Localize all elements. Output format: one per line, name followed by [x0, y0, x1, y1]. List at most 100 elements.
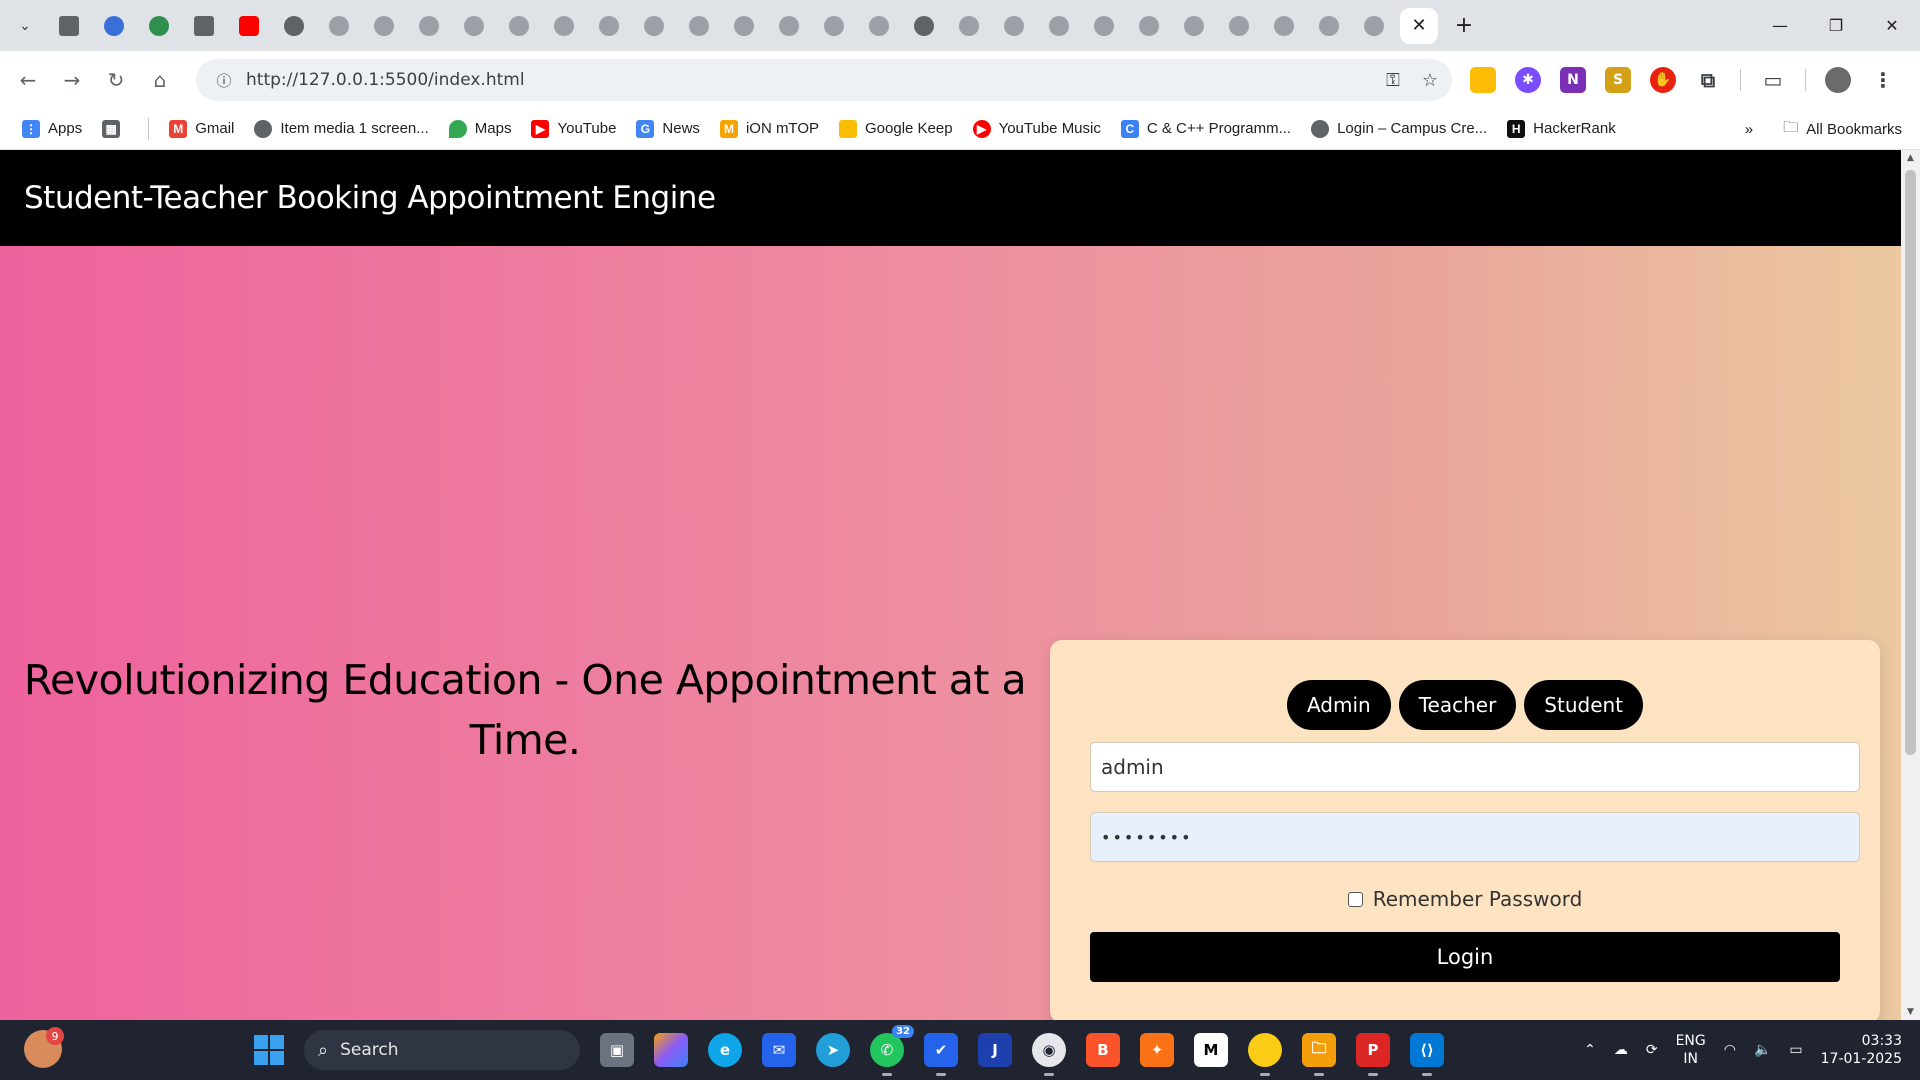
tab[interactable]: [95, 8, 133, 44]
tab[interactable]: [590, 8, 628, 44]
copilot-icon[interactable]: [654, 1033, 688, 1067]
start-windows-icon[interactable]: [254, 1035, 284, 1065]
restore-icon[interactable]: ❐: [1808, 0, 1864, 51]
tab[interactable]: [410, 8, 448, 44]
task-view-icon[interactable]: ▣: [600, 1033, 634, 1067]
brave-icon[interactable]: B: [1086, 1033, 1120, 1067]
all-bookmarks-button[interactable]: 🗀 All Bookmarks: [1783, 117, 1902, 142]
site-info-icon[interactable]: ⓘ: [204, 70, 244, 91]
gear-extension-icon[interactable]: ✱: [1515, 67, 1541, 93]
onenote-extension-icon[interactable]: N: [1560, 67, 1586, 93]
bookmark-youtube[interactable]: ▶ YouTube: [531, 119, 616, 138]
tab[interactable]: [1220, 8, 1258, 44]
battery-icon[interactable]: ▭: [1789, 1042, 1802, 1058]
tab[interactable]: [455, 8, 493, 44]
reading-list-icon[interactable]: ▭: [1760, 67, 1786, 93]
language-indicator[interactable]: ENG IN: [1676, 1032, 1706, 1068]
tab[interactable]: [140, 8, 178, 44]
tab[interactable]: [725, 8, 763, 44]
adblock-extension-icon[interactable]: ✋: [1650, 67, 1676, 93]
bookmark-ion-mtop[interactable]: MiON mTOP: [719, 119, 819, 138]
extensions-puzzle-icon[interactable]: ⧉: [1695, 67, 1721, 93]
minimize-icon[interactable]: —: [1752, 0, 1808, 51]
edge-icon[interactable]: e: [708, 1033, 742, 1067]
whatsapp-icon[interactable]: ✆ 32: [870, 1025, 914, 1076]
bookmarks-overflow-icon[interactable]: »: [1745, 121, 1753, 138]
tab[interactable]: [995, 8, 1033, 44]
login-button[interactable]: Login: [1090, 932, 1840, 982]
extension-icon[interactable]: S: [1605, 67, 1631, 93]
bookmark-star-icon[interactable]: ☆: [1422, 70, 1438, 91]
tab[interactable]: [275, 8, 313, 44]
password-input[interactable]: ••••••••: [1090, 812, 1860, 862]
role-teacher-button[interactable]: Teacher: [1398, 680, 1517, 730]
tab[interactable]: [500, 8, 538, 44]
tab[interactable]: [1265, 8, 1303, 44]
bookmark-cpp[interactable]: CC & C++ Programm...: [1120, 119, 1291, 138]
tab-search-chevron-icon[interactable]: ⌄: [0, 0, 50, 51]
bookmark-google-keep[interactable]: Google Keep: [839, 119, 953, 138]
tab[interactable]: [185, 8, 223, 44]
tab[interactable]: [1040, 8, 1078, 44]
tab[interactable]: [1085, 8, 1123, 44]
tab[interactable]: [635, 8, 673, 44]
chrome-icon[interactable]: ◉: [1032, 1033, 1066, 1076]
bookmark-gmail[interactable]: M Gmail: [169, 119, 234, 138]
tray-chevron-icon[interactable]: ⌃: [1584, 1042, 1596, 1058]
username-input[interactable]: admin: [1090, 742, 1860, 792]
reload-icon[interactable]: ↻: [94, 58, 138, 102]
remember-checkbox[interactable]: [1347, 891, 1363, 907]
tab[interactable]: [815, 8, 853, 44]
notion-icon[interactable]: M: [1194, 1033, 1228, 1067]
keep-extension-icon[interactable]: [1470, 67, 1496, 93]
bookmark-item-media[interactable]: Item media 1 screen...: [254, 119, 429, 138]
tab[interactable]: [50, 8, 88, 44]
sync-icon[interactable]: ⟳: [1646, 1042, 1658, 1058]
taskbar-search[interactable]: ⌕ Search: [304, 1030, 580, 1070]
volume-icon[interactable]: 🔈: [1754, 1042, 1771, 1058]
bookmark-apps[interactable]: ⋮ Apps: [22, 119, 82, 138]
tab[interactable]: [1175, 8, 1213, 44]
home-icon[interactable]: ⌂: [138, 58, 182, 102]
vscode-icon[interactable]: ⟨⟩: [1410, 1033, 1444, 1076]
bookmark-hackerrank[interactable]: H HackerRank: [1507, 119, 1616, 138]
tab[interactable]: [950, 8, 988, 44]
onedrive-icon[interactable]: ☁: [1614, 1042, 1628, 1058]
tab[interactable]: [905, 8, 943, 44]
scroll-up-icon[interactable]: ▲: [1901, 150, 1920, 166]
forward-icon[interactable]: →: [50, 58, 94, 102]
weather-widget-icon[interactable]: 9: [24, 1027, 64, 1068]
bookmark-youtube-music[interactable]: ▶ YouTube Music: [972, 119, 1101, 138]
new-tab-button[interactable]: +: [1446, 8, 1482, 44]
tab[interactable]: [860, 8, 898, 44]
profile-avatar[interactable]: [1825, 67, 1851, 93]
close-tab-icon[interactable]: ✕: [1409, 15, 1429, 36]
password-key-icon[interactable]: ⚿: [1386, 70, 1400, 91]
pdf-icon[interactable]: P: [1356, 1033, 1390, 1076]
role-student-button[interactable]: Student: [1524, 680, 1644, 730]
scroll-down-icon[interactable]: ▼: [1901, 1004, 1920, 1020]
tab[interactable]: [230, 8, 268, 44]
tab[interactable]: [545, 8, 583, 44]
tab[interactable]: [365, 8, 403, 44]
mail-icon[interactable]: ✉: [762, 1033, 796, 1067]
tab[interactable]: [320, 8, 358, 44]
app-icon[interactable]: ✦: [1140, 1033, 1174, 1067]
telegram-icon[interactable]: ➤: [816, 1033, 850, 1067]
bookmark-maps[interactable]: Maps: [448, 119, 511, 138]
tab[interactable]: [1310, 8, 1348, 44]
tab[interactable]: [770, 8, 808, 44]
bookmark-tab-groups[interactable]: ▦: [102, 119, 128, 138]
menu-kebab-icon[interactable]: ⋮: [1870, 67, 1896, 93]
role-admin-button[interactable]: Admin: [1286, 680, 1391, 730]
close-window-icon[interactable]: ✕: [1864, 0, 1920, 51]
app-icon[interactable]: [1248, 1033, 1282, 1076]
bookmark-campus-login[interactable]: Login – Campus Cre...: [1311, 119, 1487, 138]
file-explorer-icon[interactable]: 🗀: [1302, 1033, 1336, 1076]
todo-icon[interactable]: ✔: [924, 1033, 958, 1076]
clock[interactable]: 03:33 17-01-2025: [1821, 1032, 1902, 1068]
active-tab[interactable]: ✕: [1400, 7, 1438, 44]
scrollbar-thumb[interactable]: [1905, 170, 1916, 755]
url-text[interactable]: http://127.0.0.1:5500/index.html: [246, 70, 525, 90]
tab[interactable]: [1355, 8, 1393, 44]
